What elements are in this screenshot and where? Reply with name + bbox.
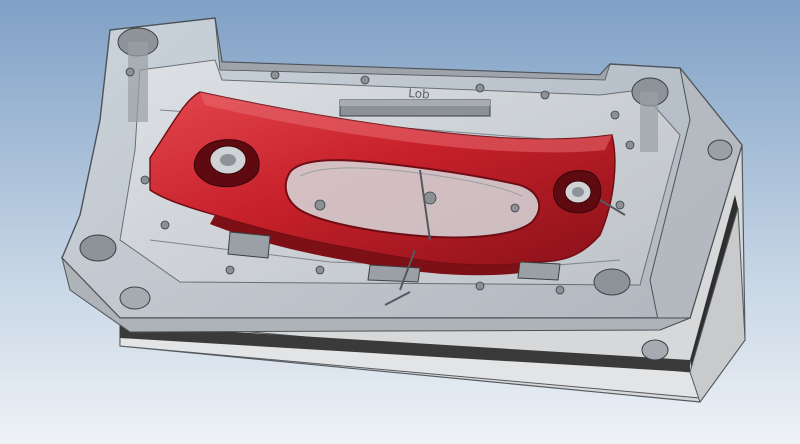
left-lamp-pocket [193,139,260,188]
right-lamp-pocket [552,170,602,214]
cad-viewport[interactable]: Lob [0,0,800,444]
mold-engraving: Lob [408,86,430,101]
guide-pin-right-edge [707,139,733,161]
